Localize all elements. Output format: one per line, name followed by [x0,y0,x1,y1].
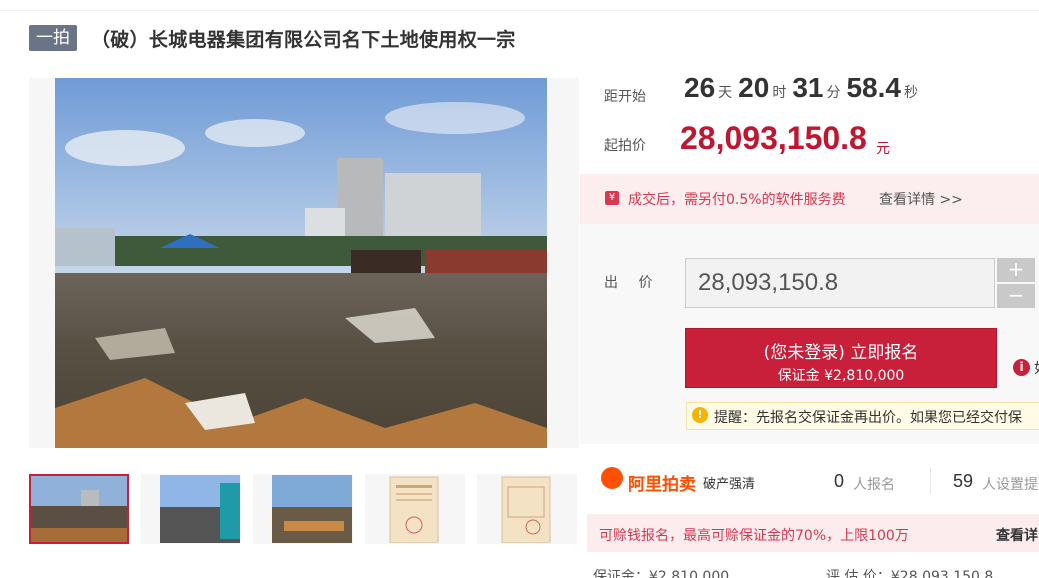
deposit-loan-text: 可赊钱报名，最高可赊保证金的70%，上限100万 [599,528,909,544]
service-fee-text: 成交后，需另付0.5%的软件服务费 [628,192,846,208]
hours-unit: 时 [772,85,787,101]
land-photo-illustration [55,78,547,448]
countdown-hours: 20 [738,72,770,103]
minutes-unit: 分 [826,85,841,101]
thumbnail-1[interactable] [29,474,129,544]
seconds-unit: 秒 [903,85,918,101]
increase-bid-button[interactable]: + [997,258,1035,282]
auction-page: 一拍 （破）长城电器集团有限公司名下土地使用权一宗 距开始 26 天 20 时 … [0,0,1039,578]
bid-amount-input[interactable]: 28,093,150.8 [685,258,995,308]
countdown-minutes: 31 [792,72,824,103]
stats-section [580,444,1039,578]
register-button-label: (您未登录) 立即报名 [763,343,919,363]
thumbnail-strip [29,474,589,544]
countdown-timer: 26 天 20 时 31 分 58.4 秒 [684,72,924,104]
reminder-label: 人设置提 [982,477,1038,493]
bid-label: 出 价 [604,275,661,291]
valuation-info: 评 估 价：¥28,093,150.8 [826,569,994,578]
start-price-unit: 元 [876,141,890,157]
thumbnail-5-document[interactable] [477,474,577,544]
start-price-label: 起拍价 [604,138,646,154]
countdown-seconds: 58.4 [846,72,901,103]
auction-round-badge: 一拍 [29,25,77,51]
top-divider [0,10,1039,11]
days-unit: 天 [718,85,733,101]
receipt-icon: ¥ [605,191,619,205]
start-price-value: 28,093,150.8 [680,120,867,156]
title-row: 一拍 （破）长城电器集团有限公司名下土地使用权一宗 [29,24,516,52]
thumbnail-3[interactable] [253,474,353,544]
reminder-text: 提醒：先报名交保证金再出价。如果您已经交付保 [714,410,1022,426]
countdown-days: 26 [684,72,716,103]
register-now-button[interactable]: (您未登录) 立即报名 保证金 ¥2,810,000 [685,328,997,388]
reminder-count: 59 [953,471,974,491]
deposit-info: 保证金：¥2,810,000 [593,569,730,578]
countdown-label: 距开始 [604,89,646,105]
page-title: （破）长城电器集团有限公司名下土地使用权一宗 [91,28,516,51]
bulb-icon: ! [692,407,708,423]
zoom-icon[interactable] [555,423,577,445]
brand-subtitle: 破产强清 [703,477,756,492]
info-link-text[interactable]: 如 [1034,358,1039,378]
brand-name: 阿里拍卖 [628,475,696,495]
deposit-loan-details-link[interactable]: 查看详 [996,525,1038,545]
service-fee-details-link[interactable]: 查看详情 >> [879,189,963,209]
registered-label: 人报名 [853,477,895,493]
registered-count: 0 [834,471,845,491]
decrease-bid-button[interactable]: − [997,284,1035,308]
stats-divider [930,468,931,494]
deposit-amount-label: 保证金 ¥2,810,000 [777,368,905,384]
ali-auction-logo-icon [601,467,623,489]
thumbnail-4-document[interactable] [365,474,465,544]
thumbnail-2[interactable] [141,474,241,544]
main-photo[interactable] [29,78,579,448]
info-icon[interactable]: i [1013,359,1030,376]
